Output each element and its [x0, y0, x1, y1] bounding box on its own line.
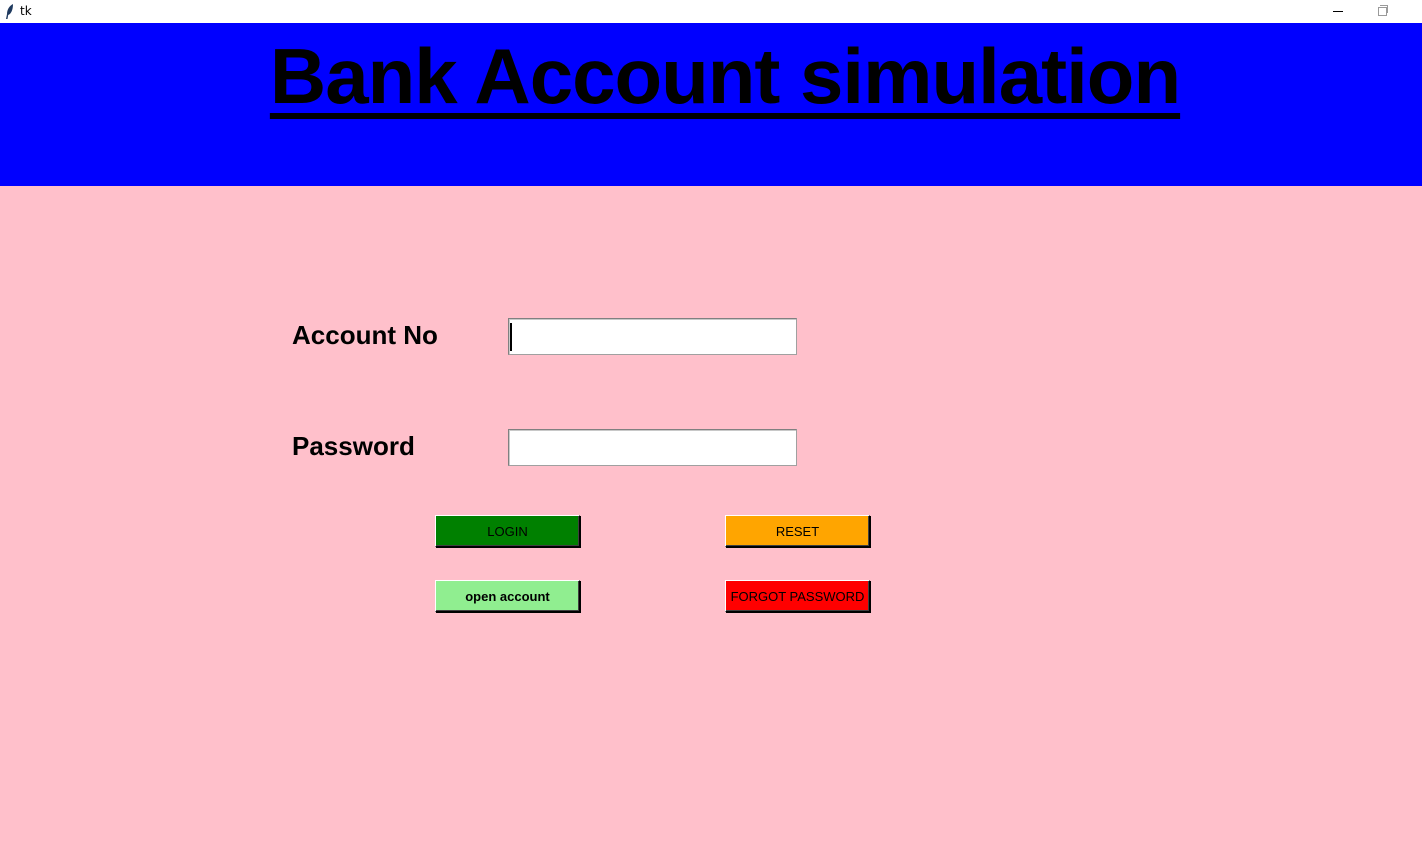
page-title: Bank Account simulation [269, 32, 1181, 120]
minimize-button[interactable] [1318, 0, 1358, 23]
close-button[interactable] [1404, 0, 1422, 23]
account-no-input[interactable] [508, 318, 797, 355]
window-title: tk [20, 4, 32, 18]
forgot-password-button[interactable]: FORGOT PASSWORD [725, 580, 870, 612]
account-no-label: Account No [292, 320, 438, 350]
password-label: Password [292, 431, 415, 461]
window-titlebar: tk [0, 0, 1422, 23]
maximize-icon [1377, 5, 1388, 16]
maximize-button[interactable] [1362, 0, 1402, 23]
reset-button[interactable]: RESET [725, 515, 870, 547]
feather-icon [6, 4, 13, 19]
minimize-icon [1333, 11, 1343, 12]
login-button[interactable]: LOGIN [435, 515, 580, 547]
header-banner: Bank Account simulation [0, 23, 1422, 186]
open-account-button[interactable]: open account [435, 580, 580, 612]
password-input[interactable] [508, 429, 797, 466]
text-caret [510, 323, 512, 351]
